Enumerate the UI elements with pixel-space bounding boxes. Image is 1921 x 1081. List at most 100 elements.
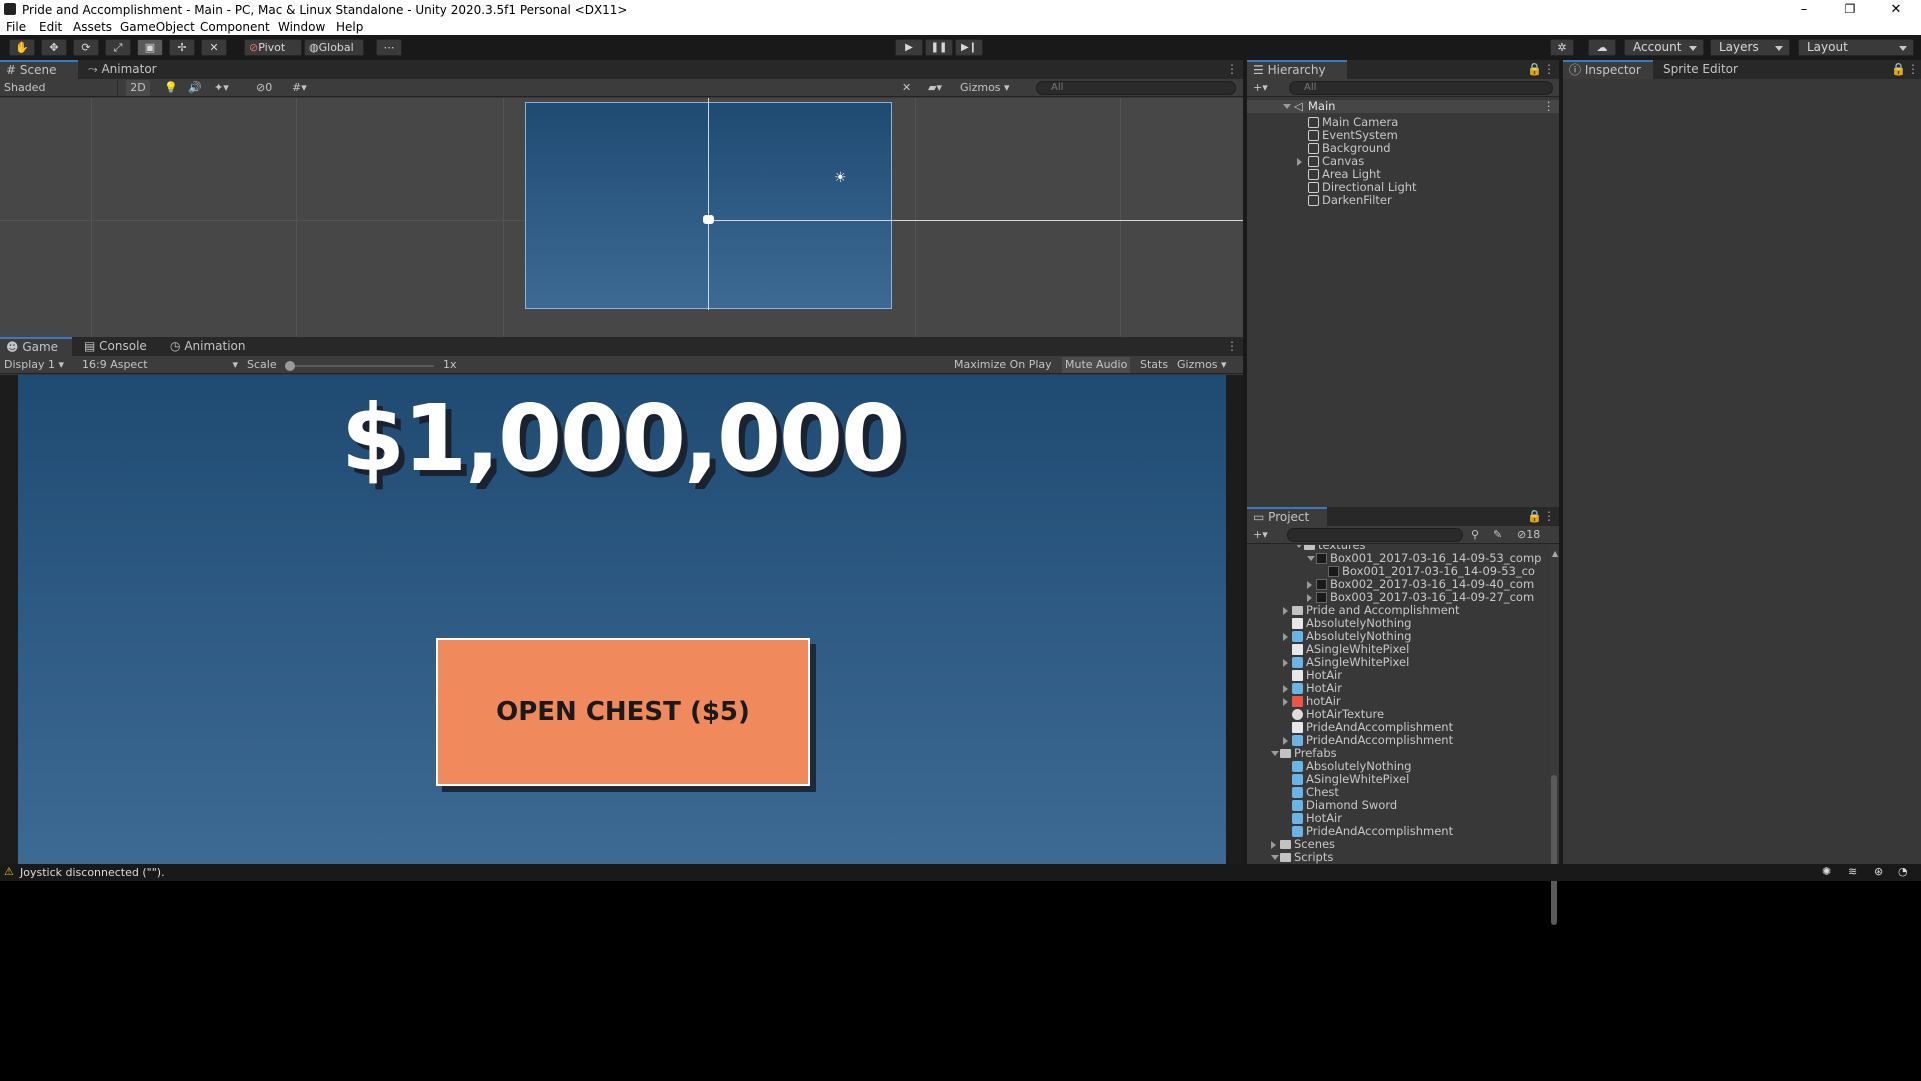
expand-arrow-icon[interactable]	[1283, 607, 1288, 615]
root-menu-icon[interactable]: ⋮	[1543, 100, 1555, 113]
game-gizmos-dropdown[interactable]: Gizmos ▾	[1177, 357, 1239, 373]
expand-arrow-icon[interactable]	[1271, 841, 1276, 849]
pivot-toggle[interactable]: ⊘Pivot	[244, 39, 302, 56]
hierarchy-menu-icon[interactable]: ⋮	[1543, 63, 1555, 75]
hierarchy-item[interactable]: Background	[1247, 142, 1559, 155]
project-item[interactable]: PrideAndAccomplishment	[1247, 825, 1549, 838]
gizmos-dropdown[interactable]: Gizmos ▾	[960, 80, 1024, 96]
tab-project[interactable]: ▭ Project	[1247, 507, 1327, 526]
filter-type-icon[interactable]: ⚲	[1471, 527, 1479, 543]
scene-search-input[interactable]: All	[1036, 81, 1236, 95]
inspector-lock-icon[interactable]: 🔒	[1891, 63, 1906, 75]
tab-animation[interactable]: ◷ Animation	[164, 337, 260, 356]
collapse-arrow-icon[interactable]	[1271, 855, 1279, 860]
tab-sprite-editor[interactable]: Sprite Editor	[1657, 60, 1757, 79]
project-add-icon[interactable]: +▾	[1253, 527, 1268, 543]
light-gizmo-icon[interactable]: ☀	[834, 170, 847, 186]
play-button[interactable]: ▶	[895, 39, 923, 56]
custom-tool-icon[interactable]: ✕	[201, 39, 227, 56]
layout-dropdown[interactable]: Layout	[1798, 39, 1914, 56]
expand-arrow-icon[interactable]	[1307, 594, 1312, 602]
menu-gameobject[interactable]: GameObject	[120, 20, 195, 34]
display-dropdown[interactable]: Display 1 ▾	[4, 357, 78, 373]
tab-console[interactable]: ▤ Console	[78, 337, 156, 356]
account-dropdown[interactable]: Account	[1624, 39, 1704, 56]
minimize-button[interactable]: –	[1781, 0, 1827, 19]
tab-scene[interactable]: # Scene	[0, 60, 78, 79]
menu-edit[interactable]: Edit	[39, 20, 62, 34]
mute-audio-toggle[interactable]: Mute Audio	[1062, 357, 1131, 373]
tab-game[interactable]: ☻ Game	[0, 337, 72, 356]
layers-status-icon[interactable]: ≋	[1848, 865, 1857, 878]
expand-arrow-icon[interactable]	[1297, 158, 1302, 166]
tools-icon[interactable]: ✕	[902, 80, 911, 96]
menu-window[interactable]: Window	[278, 20, 325, 34]
expand-arrow-icon[interactable]	[1283, 104, 1291, 109]
move-tool-icon[interactable]: ✥	[41, 39, 67, 56]
camera-dropdown-icon[interactable]: ▰▾	[928, 80, 942, 96]
collapse-arrow-icon[interactable]	[1307, 556, 1315, 561]
filter-label-icon[interactable]: ✎	[1493, 527, 1502, 543]
tab-inspector[interactable]: ⓘ Inspector	[1563, 60, 1653, 79]
collapse-arrow-icon[interactable]	[1271, 751, 1279, 756]
game-panel-menu-icon[interactable]: ⋮	[1226, 340, 1238, 352]
pause-button[interactable]: ❚❚	[925, 39, 953, 56]
expand-arrow-icon[interactable]	[1283, 698, 1288, 706]
global-toggle[interactable]: ◍Global	[304, 39, 364, 56]
hierarchy-item[interactable]: Directional Light	[1247, 181, 1559, 194]
transform-tool-icon[interactable]: ✢	[169, 39, 195, 56]
hierarchy-search-input[interactable]: All	[1289, 81, 1553, 95]
rect-tool-icon[interactable]: ▣	[137, 39, 163, 56]
step-button[interactable]: ▶❙	[955, 39, 983, 56]
grid-snap-icon[interactable]: ⋯	[376, 39, 402, 56]
hierarchy-add-icon[interactable]: +▾	[1253, 80, 1268, 96]
scene-viewport[interactable]: ☀	[0, 98, 1243, 337]
expand-arrow-icon[interactable]	[1283, 659, 1288, 667]
tab-animator[interactable]: ⤳ Animator	[82, 60, 162, 79]
open-chest-button[interactable]: OPEN CHEST ($5)	[436, 638, 810, 786]
project-item[interactable]: ASingleWhitePixel	[1247, 656, 1549, 669]
layers-dropdown[interactable]: Layers	[1710, 39, 1790, 56]
expand-arrow-icon[interactable]	[1283, 633, 1288, 641]
game-view[interactable]: $1,000,000 OPEN CHEST ($5)	[18, 375, 1226, 864]
project-item[interactable]: HotAir	[1247, 682, 1549, 695]
expand-arrow-icon[interactable]	[1307, 581, 1312, 589]
effects-toggle-icon[interactable]: ✦▾	[214, 80, 229, 96]
project-item[interactable]: ASingleWhitePixel	[1247, 773, 1549, 786]
project-item[interactable]: Diamond Sword	[1247, 799, 1549, 812]
menu-assets[interactable]: Assets	[73, 20, 112, 34]
project-item[interactable]: Scenes	[1247, 838, 1549, 851]
project-item[interactable]: PrideAndAccomplishment	[1247, 734, 1549, 747]
menu-component[interactable]: Component	[200, 20, 270, 34]
grid-toggle-icon[interactable]: #▾	[292, 80, 307, 96]
scale-tool-icon[interactable]: ⤢	[105, 39, 131, 56]
hierarchy-root-row[interactable]: ◁ Main ⋮	[1247, 100, 1559, 113]
project-item[interactable]: hotAir	[1247, 695, 1549, 708]
project-item[interactable]: Chest	[1247, 786, 1549, 799]
hierarchy-item[interactable]: Main Camera	[1247, 116, 1559, 129]
project-lock-icon[interactable]: 🔒	[1527, 510, 1542, 522]
hierarchy-item[interactable]: EventSystem	[1247, 129, 1559, 142]
stats-toggle[interactable]: Stats	[1140, 357, 1168, 373]
hand-tool-icon[interactable]: ✋	[9, 39, 35, 56]
hierarchy-item[interactable]: DarkenFilter	[1247, 194, 1559, 207]
status-bar[interactable]: ⚠ Joystick disconnected (""). ✺ ≋ ⊛ ◔	[0, 864, 1921, 881]
project-scrollbar[interactable]: ▲	[1549, 545, 1559, 925]
rotate-tool-icon[interactable]: ⟳	[73, 39, 99, 56]
close-button[interactable]: ✕	[1873, 0, 1919, 19]
hierarchy-lock-icon[interactable]: 🔒	[1527, 63, 1542, 75]
collab-icon[interactable]: ✲	[1550, 39, 1574, 56]
debug-icon[interactable]: ✺	[1822, 865, 1831, 878]
menu-file[interactable]: File	[6, 20, 26, 34]
scene-panel-menu-icon[interactable]: ⋮	[1226, 63, 1238, 75]
collapse-arrow-icon[interactable]	[1295, 545, 1303, 548]
expand-arrow-icon[interactable]	[1283, 685, 1288, 693]
hidden-objects-toggle[interactable]: ⊘0	[256, 80, 272, 96]
audio-toggle-icon[interactable]: 🔊	[188, 80, 202, 96]
scale-slider-handle[interactable]	[285, 361, 295, 371]
network-icon[interactable]: ⊛	[1874, 865, 1883, 878]
project-hidden-toggle[interactable]: ⊘18	[1517, 527, 1540, 543]
2d-toggle[interactable]: 2D	[126, 80, 150, 96]
inspector-menu-icon[interactable]: ⋮	[1907, 63, 1919, 75]
hierarchy-item[interactable]: Canvas	[1247, 155, 1559, 168]
